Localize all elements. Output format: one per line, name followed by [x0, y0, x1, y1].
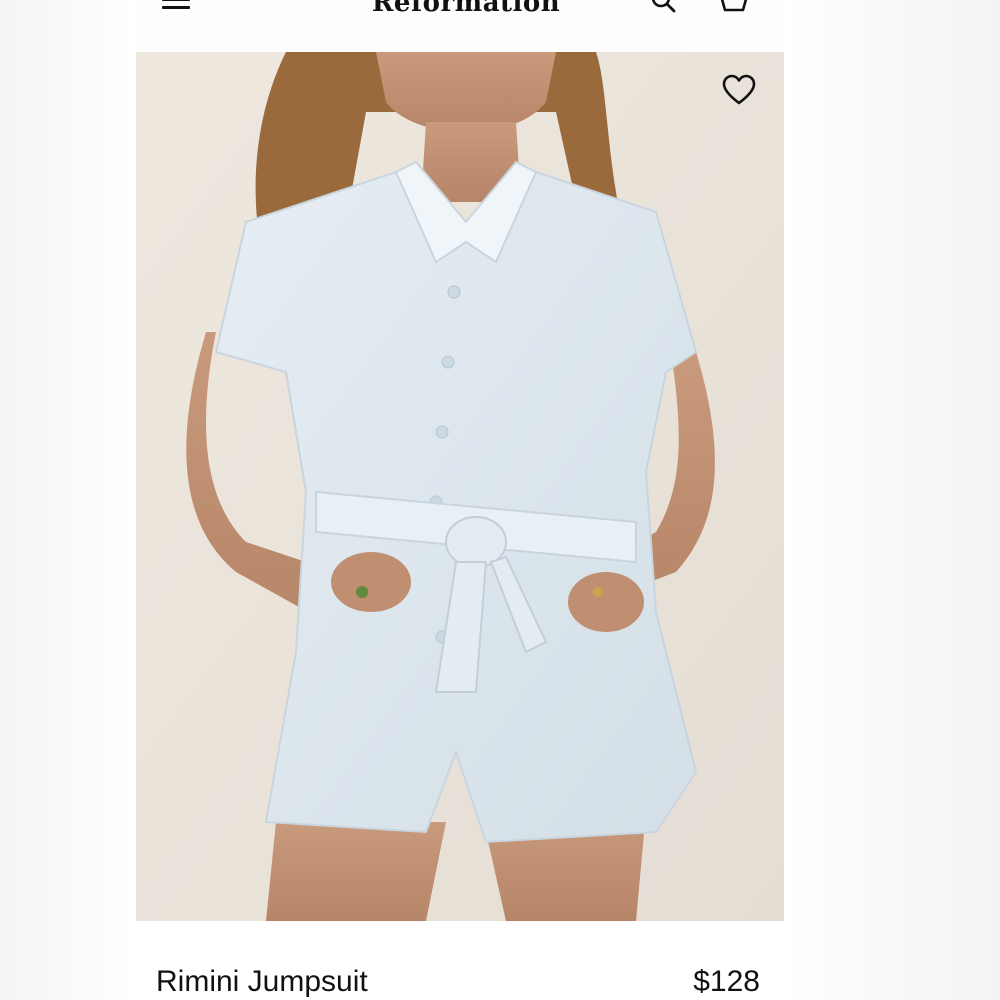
shopping-bag-icon[interactable] — [716, 0, 752, 16]
product-info: Rimini Jumpsuit $128 — [136, 921, 784, 1000]
product-price: $128 — [693, 965, 760, 998]
right-margin — [784, 0, 1000, 1000]
heart-outline-icon[interactable] — [722, 74, 756, 108]
product-image[interactable] — [136, 52, 784, 921]
product-listing-page: Reformation Rimini Jumpsuit $128 — [0, 0, 1000, 1000]
product-photo — [136, 52, 784, 921]
site-header: Reformation — [136, 0, 784, 40]
brand-logo[interactable]: Reformation — [336, 0, 596, 18]
search-icon[interactable] — [649, 0, 679, 16]
product-name[interactable]: Rimini Jumpsuit — [156, 965, 368, 999]
left-margin — [0, 0, 136, 1000]
hamburger-menu-icon[interactable] — [162, 0, 190, 14]
